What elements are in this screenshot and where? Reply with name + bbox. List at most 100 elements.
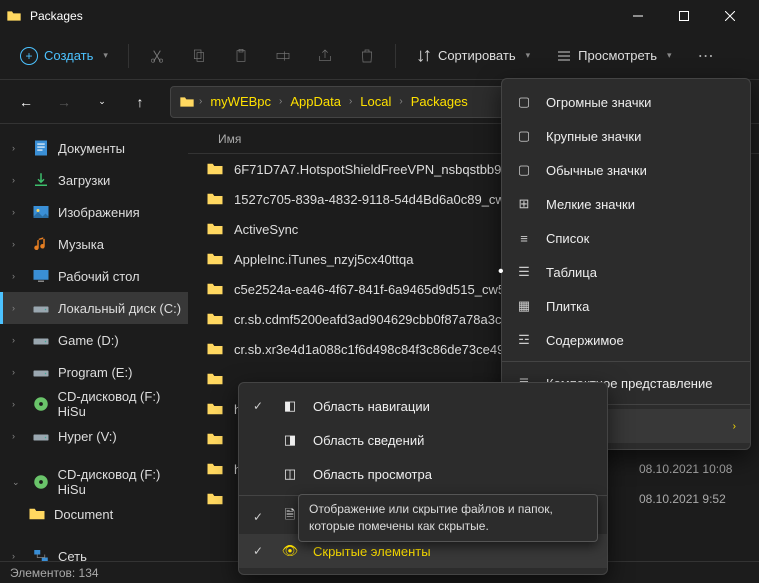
submenu-icon: ◨	[281, 432, 299, 448]
item-icon	[32, 395, 50, 413]
sidebar-item[interactable]: ›Program (E:)	[0, 356, 188, 388]
create-button[interactable]: + Создать ▾	[10, 38, 118, 74]
separator	[395, 44, 396, 68]
submenu-item[interactable]: ✓◧Область навигации	[239, 389, 607, 423]
sidebar-item[interactable]: ›Загрузки	[0, 164, 188, 196]
menu-label: Плитка	[546, 299, 589, 314]
maximize-button[interactable]	[661, 0, 707, 32]
sidebar-item[interactable]: ›Изображения	[0, 196, 188, 228]
folder-icon	[179, 94, 195, 110]
expand-icon: ›	[12, 271, 24, 281]
check-icon: ✓	[253, 510, 267, 524]
dots-icon: ⋯	[698, 46, 715, 66]
sidebar-item[interactable]: ›Локальный диск (C:)	[0, 292, 188, 324]
sidebar-item[interactable]: › Музыка	[0, 228, 188, 260]
chevron-down-icon: ▾	[526, 50, 531, 61]
expand-icon: ›	[12, 367, 24, 377]
breadcrumb-item[interactable]: Local	[356, 94, 395, 109]
menu-label: Обычные значки	[546, 163, 647, 178]
recent-button[interactable]: ⌄	[86, 86, 118, 118]
titlebar: Packages	[0, 0, 759, 32]
folder-icon	[206, 190, 224, 208]
rename-button[interactable]	[265, 38, 301, 74]
cut-button[interactable]	[139, 38, 175, 74]
status-elements-count: 134	[79, 566, 99, 580]
breadcrumb-item[interactable]: AppData	[286, 94, 345, 109]
menu-item[interactable]: ▦ Плитка	[502, 289, 750, 323]
file-date: 08.10.2021 10:08	[639, 462, 759, 476]
sidebar-label: Document	[54, 507, 113, 522]
breadcrumb-item[interactable]: Packages	[407, 94, 472, 109]
menu-item[interactable]: •☰Таблица	[502, 255, 750, 289]
delete-button[interactable]	[349, 38, 385, 74]
copy-button[interactable]	[181, 38, 217, 74]
chevron-right-icon: ›	[733, 421, 736, 432]
item-icon	[32, 235, 50, 253]
check-icon: ✓	[253, 399, 267, 413]
sidebar-label: Загрузки	[58, 173, 110, 188]
sort-button[interactable]: Сортировать ▾	[406, 38, 540, 74]
submenu-item[interactable]: ◨Область сведений	[239, 423, 607, 457]
menu-item[interactable]: ⊞Мелкие значки	[502, 187, 750, 221]
toolbar: + Создать ▾ Сортировать ▾ Просмотреть ▾ …	[0, 32, 759, 80]
paste-button[interactable]	[223, 38, 259, 74]
menu-item[interactable]: ▢Обычные значки	[502, 153, 750, 187]
submenu-item[interactable]: ◫Область просмотра	[239, 457, 607, 491]
menu-label: Таблица	[546, 265, 597, 280]
sidebar-item[interactable]: ›Документы	[0, 132, 188, 164]
tooltip: Отображение или скрытие файлов и папок, …	[298, 494, 598, 542]
sidebar-label: Локальный диск (C:)	[58, 301, 181, 316]
more-button[interactable]: ⋯	[688, 38, 725, 74]
sidebar-label: CD-дисковод (F:) HiSu	[58, 467, 188, 497]
menu-item[interactable]: ▢Крупные значки	[502, 119, 750, 153]
view-button[interactable]: Просмотреть ▾	[546, 38, 681, 74]
sidebar-item[interactable]: ›CD-дисковод (F:) HiSu	[0, 388, 188, 420]
menu-label: Содержимое	[546, 333, 624, 348]
folder-icon	[206, 250, 224, 268]
back-button[interactable]: ←	[10, 86, 42, 118]
chevron-down-icon: ▾	[103, 50, 108, 61]
sidebar: ›Документы›Загрузки›Изображения›Музыка›Р…	[0, 124, 188, 561]
expand-icon: ›	[12, 551, 24, 561]
close-button[interactable]	[707, 0, 753, 32]
sidebar-item-network[interactable]: › Сеть	[0, 540, 188, 561]
forward-button[interactable]: →	[48, 86, 80, 118]
share-button[interactable]	[307, 38, 343, 74]
file-date: 08.10.2021 9:52	[639, 492, 759, 506]
menu-icon: ☰	[516, 264, 532, 280]
breadcrumb-item[interactable]: myWEBpc	[206, 94, 275, 109]
item-icon	[32, 363, 50, 381]
menu-icon: ▦	[516, 298, 532, 314]
folder-icon	[206, 160, 224, 178]
menu-icon: ▢	[516, 128, 532, 144]
separator	[502, 361, 750, 362]
sidebar-label: Сеть	[58, 549, 87, 562]
expand-icon: ›	[12, 239, 24, 249]
folder-icon	[206, 280, 224, 298]
sort-label: Сортировать	[438, 48, 516, 63]
up-button[interactable]: ↑	[124, 86, 156, 118]
submenu-icon: ◧	[281, 398, 299, 414]
menu-item[interactable]: ☲Содержимое	[502, 323, 750, 357]
menu-item[interactable]: ≡Список	[502, 221, 750, 255]
sidebar-label: Game (D:)	[58, 333, 119, 348]
item-icon	[32, 299, 50, 317]
sidebar-item[interactable]: ›Game (D:)	[0, 324, 188, 356]
sidebar-item[interactable]: ›Рабочий стол	[0, 260, 188, 292]
window-controls	[615, 0, 753, 32]
minimize-button[interactable]	[615, 0, 661, 32]
expand-icon: ›	[12, 207, 24, 217]
menu-item[interactable]: ▢Огромные значки	[502, 85, 750, 119]
sidebar-item[interactable]: Document	[0, 498, 188, 530]
submenu-label: Скрытые элементы	[313, 544, 431, 559]
sidebar-item[interactable]: ⌄CD-дисковод (F:) HiSu	[0, 466, 188, 498]
cd-icon	[32, 473, 50, 491]
sidebar-item[interactable]: ›Hyper (V:)	[0, 420, 188, 452]
item-icon	[32, 427, 50, 445]
submenu-icon: 👁	[281, 543, 299, 559]
sidebar-label: Музыка	[58, 237, 104, 252]
folder-icon	[206, 460, 224, 478]
item-icon	[32, 267, 50, 285]
menu-icon: ▢	[516, 94, 532, 110]
expand-icon: ›	[12, 399, 24, 409]
